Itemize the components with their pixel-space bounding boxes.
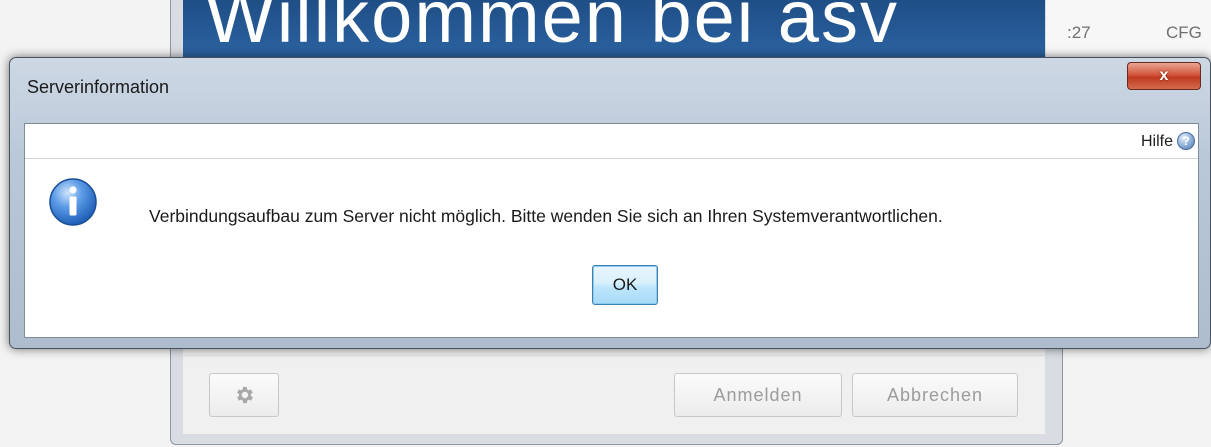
welcome-banner-text: Willkommen bei asv [205, 0, 899, 58]
info-icon [49, 178, 97, 226]
dialog-title: Serverinformation [27, 77, 170, 97]
close-button[interactable]: x [1127, 62, 1201, 90]
login-button[interactable]: Anmelden [674, 373, 842, 417]
cfg-label: CFG [1166, 23, 1202, 42]
dialog-body: Hilfe ? Verbindungsaufbau zum Server nic… [24, 123, 1199, 338]
settings-button[interactable] [209, 373, 279, 417]
help-bar: Hilfe ? [25, 124, 1198, 159]
server-info-dialog: Serverinformation x Hilfe ? Verbindungsa… [9, 57, 1211, 349]
time-fragment: :27 [1067, 23, 1091, 42]
error-message: Verbindungsaufbau zum Server nicht mögli… [149, 206, 943, 226]
cancel-button[interactable]: Abbrechen [852, 373, 1018, 417]
close-icon: x [1159, 67, 1169, 84]
help-link[interactable]: Hilfe [1141, 133, 1173, 151]
question-icon[interactable]: ? [1177, 132, 1195, 150]
gear-icon [237, 386, 253, 404]
ok-button[interactable]: OK [592, 265, 658, 305]
